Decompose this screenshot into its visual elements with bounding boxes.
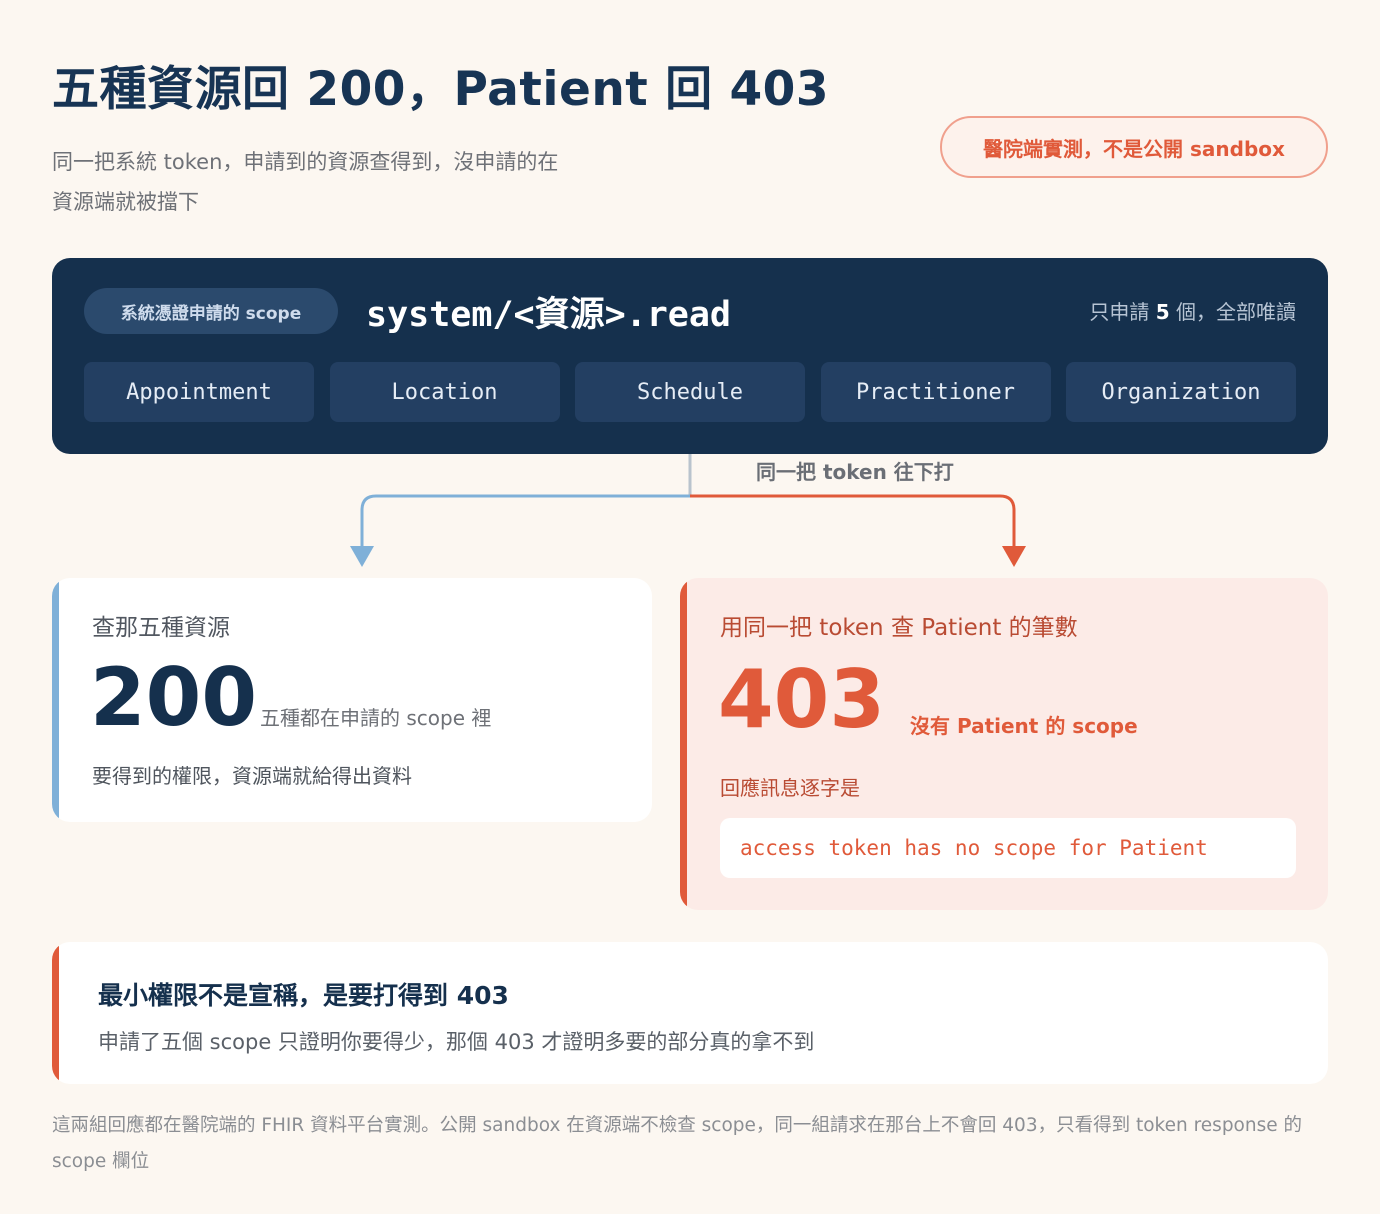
ok-card-heading: 查那五種資源	[92, 615, 230, 641]
deny-status-code: 403	[718, 653, 885, 746]
resource-chip-appointment: Appointment	[84, 362, 314, 422]
flow-label: 同一把 token 往下打	[756, 460, 954, 484]
scope-count-value: 5	[1155, 300, 1170, 324]
deny-card-note: 沒有 Patient 的 scope	[910, 714, 1138, 738]
takeaway-card: 最小權限不是宣稱，是要打得到 403 申請了五個 scope 只證明你要得少，那…	[52, 942, 1328, 1084]
resource-chips: Appointment Location Schedule Practition…	[84, 362, 1296, 422]
takeaway-accent	[52, 942, 59, 1084]
scope-pill: 系統憑證申請的 scope	[84, 288, 338, 334]
deny-card-footer: 回應訊息逐字是	[720, 776, 860, 800]
scope-count: 只申請 5 個，全部唯讀	[1089, 296, 1296, 325]
flow-branch-ok	[360, 494, 690, 548]
deny-result-card: 用同一把 token 查 Patient 的筆數 403 沒有 Patient …	[680, 578, 1328, 910]
ok-card-note: 五種都在申請的 scope 裡	[260, 706, 492, 730]
environment-badge: 醫院端實測，不是公開 sandbox	[940, 116, 1328, 178]
flow-arrow-deny	[1002, 546, 1026, 567]
deny-card-heading: 用同一把 token 查 Patient 的筆數	[720, 615, 1078, 641]
scope-panel: 系統憑證申請的 scope system/<資源>.read 只申請 5 個，全…	[52, 258, 1328, 454]
footnote: 這兩組回應都在醫院端的 FHIR 資料平台實測。公開 sandbox 在資源端不…	[52, 1115, 1303, 1172]
resource-chip-practitioner: Practitioner	[820, 362, 1051, 422]
ok-card-accent	[52, 578, 59, 822]
page-title: 五種資源回 200，Patient 回 403	[52, 62, 830, 117]
ok-status-code: 200	[90, 651, 257, 744]
resource-chip-schedule: Schedule	[575, 362, 805, 422]
ok-result-card: 查那五種資源 200 五種都在申請的 scope 裡 要得到的權限，資源端就給得…	[52, 578, 652, 822]
page-subtitle: 同一把系統 token，申請到的資源查得到，沒申請的在資源端就被擋下	[52, 150, 559, 214]
resource-chip-location: Location	[329, 362, 560, 422]
takeaway-title: 最小權限不是宣稱，是要打得到 403	[98, 981, 509, 1010]
scope-count-prefix: 只申請	[1089, 300, 1150, 324]
flow-branch-deny	[690, 494, 1016, 548]
flow-arrow-ok	[350, 546, 374, 567]
ok-card-footer: 要得到的權限，資源端就給得出資料	[92, 764, 412, 788]
takeaway-body: 申請了五個 scope 只證明你要得少，那個 403 才證明多要的部分真的拿不到	[98, 1030, 815, 1054]
scope-code: system/<資源>.read	[366, 295, 732, 335]
resource-chip-organization: Organization	[1066, 362, 1296, 422]
flow-connector	[350, 454, 1026, 567]
deny-card-accent	[680, 578, 687, 910]
deny-response-message: access token has no scope for Patient	[720, 818, 1296, 878]
scope-count-suffix: 個，全部唯讀	[1176, 300, 1296, 324]
